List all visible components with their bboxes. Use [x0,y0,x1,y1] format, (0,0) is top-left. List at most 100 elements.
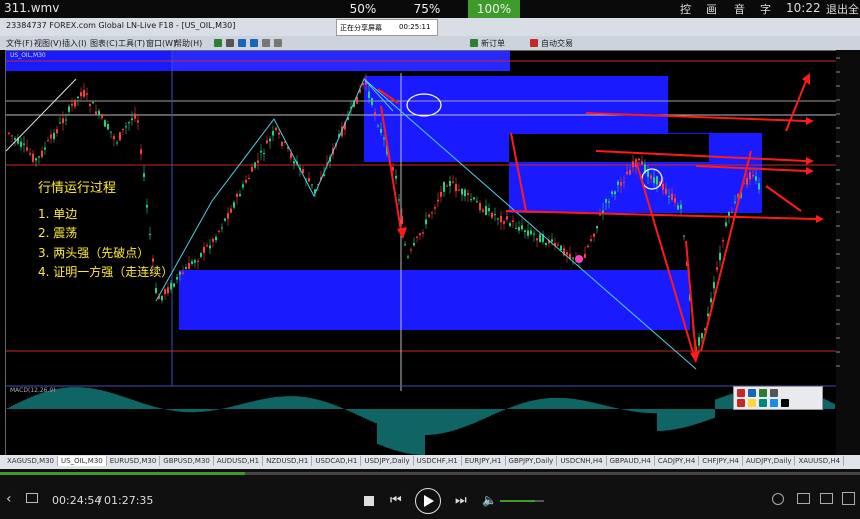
auto-trading-button[interactable]: 自动交易 [541,38,573,49]
symbol-tab[interactable]: CHFJPY,H4 [699,456,743,466]
menu-window[interactable]: 窗口(W) [146,38,176,49]
audio-menu[interactable]: 音 [734,1,745,17]
playlist-icon[interactable] [820,493,833,504]
symbol-tab[interactable]: NZDUSD,H1 [263,456,313,466]
volume-icon[interactable]: 🔈 [482,493,497,507]
screenshot-icon[interactable] [797,493,810,504]
candle-body [437,199,439,202]
menu-file[interactable]: 文件(F) [6,38,33,49]
candle-body [47,140,49,142]
candle-body [377,125,379,127]
control-menu[interactable]: 控 [680,1,691,17]
volume-slider[interactable] [500,500,544,502]
chat-icon[interactable] [26,493,38,503]
current-time: 00:24:54 [52,494,102,507]
menu-help[interactable]: 帮助(H) [174,38,202,49]
symbol-tab[interactable]: GBPUSD,M30 [160,456,214,466]
line-tool-icon[interactable] [226,39,234,47]
subtitle-menu[interactable]: 字 [760,1,771,17]
symbol-tab[interactable]: XAGUSD,M30 [4,456,59,466]
symbol-tab[interactable]: USDJPY,Daily [361,456,414,466]
exit-fullscreen-button[interactable]: 退出全 [826,1,859,17]
clock-time: 10:22 [786,1,821,15]
candle-body [125,126,127,128]
symbol-tab[interactable]: USDCNH,H4 [557,456,607,466]
candle-body [275,127,277,130]
candle-body [623,181,625,183]
play-button[interactable] [415,488,441,514]
candle-body [53,132,55,140]
crosshair-icon[interactable] [214,39,222,47]
menu-tools[interactable]: 工具(T) [118,38,145,49]
marker-dot [575,255,583,263]
candle-body [647,170,649,177]
symbol-tab[interactable]: EURJPY,H1 [462,456,506,466]
zoom-out-icon[interactable] [250,39,258,47]
pen-blue-icon[interactable] [748,389,756,397]
auto-trading-icon[interactable] [530,39,538,47]
screen-share-label: 正在分享屏幕 [340,24,382,32]
symbol-tab[interactable]: EURUSD,M30 [107,456,161,466]
new-order-button[interactable]: 新订单 [481,38,505,49]
candle-body [749,172,751,180]
symbol-tab[interactable]: USDCAD,H1 [312,456,362,466]
color-black-icon[interactable] [781,399,789,407]
symbol-tab[interactable]: GBPJPY,Daily [506,456,558,466]
zoom-100-button[interactable]: 100% [468,0,520,18]
candle-body [179,271,181,275]
candle-body [491,212,493,218]
symbol-tab[interactable]: AUDUSD,H1 [214,456,264,466]
candle-body [758,183,760,190]
zoom-50-button[interactable]: 50% [340,0,386,18]
candle-body [209,245,211,249]
candle-body [302,169,304,173]
symbol-tab[interactable]: CADJPY,H4 [655,456,700,466]
candle-body [251,166,253,172]
candle-body [311,184,313,186]
pen-green-icon[interactable] [759,389,767,397]
candle-body [593,233,595,237]
previous-icon[interactable]: ⏮ [390,493,402,508]
eraser-icon[interactable] [770,389,778,397]
color-blue-icon[interactable] [770,399,778,407]
candle-body [20,141,22,147]
zoom-75-button[interactable]: 75% [404,0,450,18]
speed-icon[interactable] [772,493,784,505]
symbol-tab[interactable]: XAUUSD,H4 [795,456,845,466]
candle-body [464,189,466,197]
candle-body [449,181,451,187]
symbol-tab[interactable]: US_OIL,M30 [58,456,107,466]
color-yellow-icon[interactable] [748,399,756,407]
support-zone [179,270,690,330]
menu-insert[interactable]: 插入(I) [62,38,87,49]
picture-menu[interactable]: 画 [706,1,717,17]
trend-polyline [155,78,394,302]
grid-icon[interactable] [262,39,270,47]
zoom-in-icon[interactable] [238,39,246,47]
pen-red-icon[interactable] [737,389,745,397]
color-teal-icon[interactable] [759,399,767,407]
menu-chart[interactable]: 图表(C) [90,38,118,49]
total-time: 01:27:35 [104,494,154,507]
annotation-item-4: 4. 证明一方强（走连续） [38,265,174,279]
menu-view[interactable]: 视图(V) [34,38,62,49]
candle-body [665,188,667,194]
symbol-tab[interactable]: GBPAUD,H4 [607,456,655,466]
symbol-tab[interactable]: USDCHF,H1 [414,456,462,466]
period-icon[interactable] [274,39,282,47]
progress-track[interactable] [0,472,860,475]
stop-icon[interactable] [364,496,374,506]
next-icon[interactable]: ⏭ [455,493,467,508]
fullscreen-icon[interactable] [842,492,855,505]
candle-body [77,96,79,99]
back-arrow-icon[interactable]: ‹ [6,491,12,507]
candle-body [83,90,85,97]
color-red-icon[interactable] [737,399,745,407]
candle-body [467,192,469,195]
annotation-item-1: 1. 单边 [38,206,78,221]
symbol-tab[interactable]: AUDJPY,Daily [743,456,796,466]
chart-window[interactable]: MACD(12,26,9) US_OIL,M30 行情运行过程 1. 单边 2.… [5,50,837,457]
platform-title-bar: 23384737 FOREX.com Global LN-Live F18 - … [0,18,860,36]
candle-body [95,111,97,115]
new-order-icon[interactable] [470,39,478,47]
